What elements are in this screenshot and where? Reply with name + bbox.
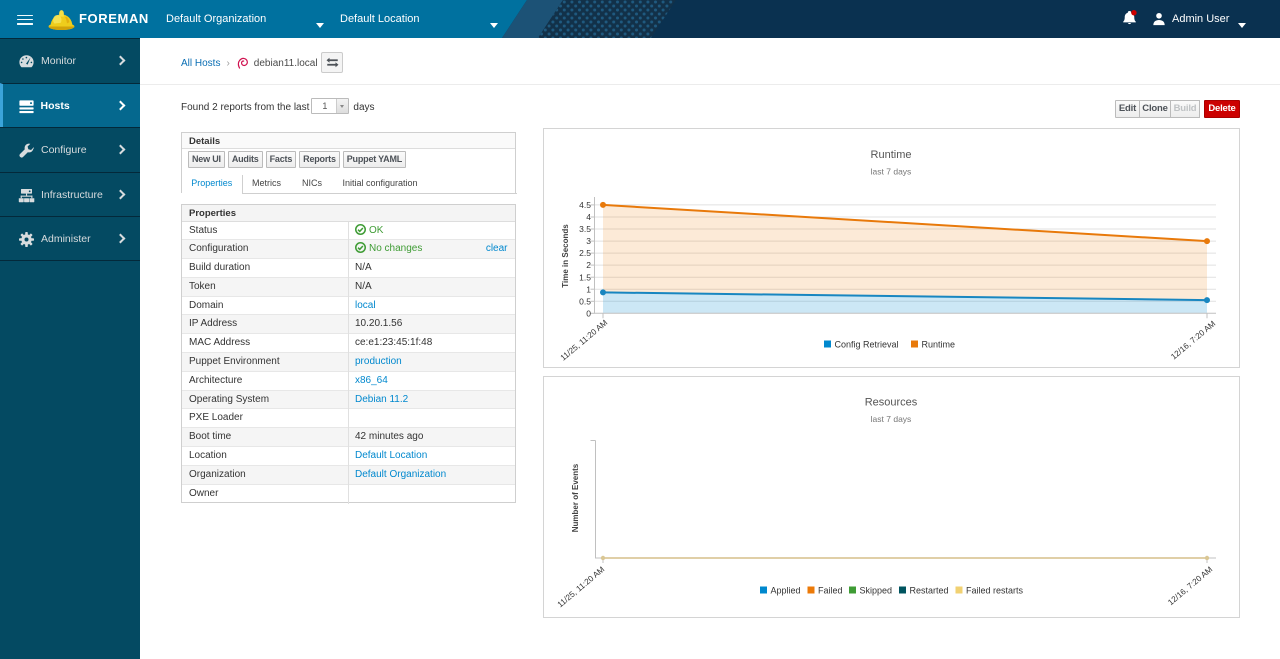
- svg-text:Runtime: Runtime: [922, 340, 956, 350]
- svg-text:0.5: 0.5: [579, 296, 591, 306]
- svg-text:12/16, 7:20 AM: 12/16, 7:20 AM: [1166, 564, 1214, 606]
- svg-text:Resources: Resources: [865, 396, 918, 408]
- svg-text:Failed restarts: Failed restarts: [966, 585, 1024, 595]
- svg-text:4.5: 4.5: [579, 200, 591, 210]
- svg-text:last 7 days: last 7 days: [871, 414, 912, 424]
- svg-text:Failed: Failed: [818, 585, 843, 595]
- svg-text:4: 4: [586, 212, 591, 222]
- svg-text:1: 1: [586, 284, 591, 294]
- svg-text:2: 2: [586, 260, 591, 270]
- svg-text:Runtime: Runtime: [871, 149, 912, 161]
- svg-text:3.5: 3.5: [579, 224, 591, 234]
- svg-text:Number of Events: Number of Events: [571, 463, 580, 532]
- svg-text:Skipped: Skipped: [860, 585, 893, 595]
- svg-text:0: 0: [586, 308, 591, 318]
- svg-text:Config Retrieval: Config Retrieval: [835, 340, 899, 350]
- svg-text:3: 3: [586, 236, 591, 246]
- svg-text:11/25, 11:20 AM: 11/25, 11:20 AM: [556, 564, 607, 609]
- svg-text:last 7 days: last 7 days: [871, 167, 912, 177]
- svg-text:12/16, 7:20 AM: 12/16, 7:20 AM: [1169, 319, 1217, 361]
- svg-text:1.5: 1.5: [579, 272, 591, 282]
- svg-text:Time in Seconds: Time in Seconds: [561, 224, 570, 288]
- svg-text:2.5: 2.5: [579, 248, 591, 258]
- svg-text:11/25, 11:20 AM: 11/25, 11:20 AM: [559, 318, 610, 363]
- svg-text:Restarted: Restarted: [910, 585, 949, 595]
- svg-text:Applied: Applied: [771, 585, 801, 595]
